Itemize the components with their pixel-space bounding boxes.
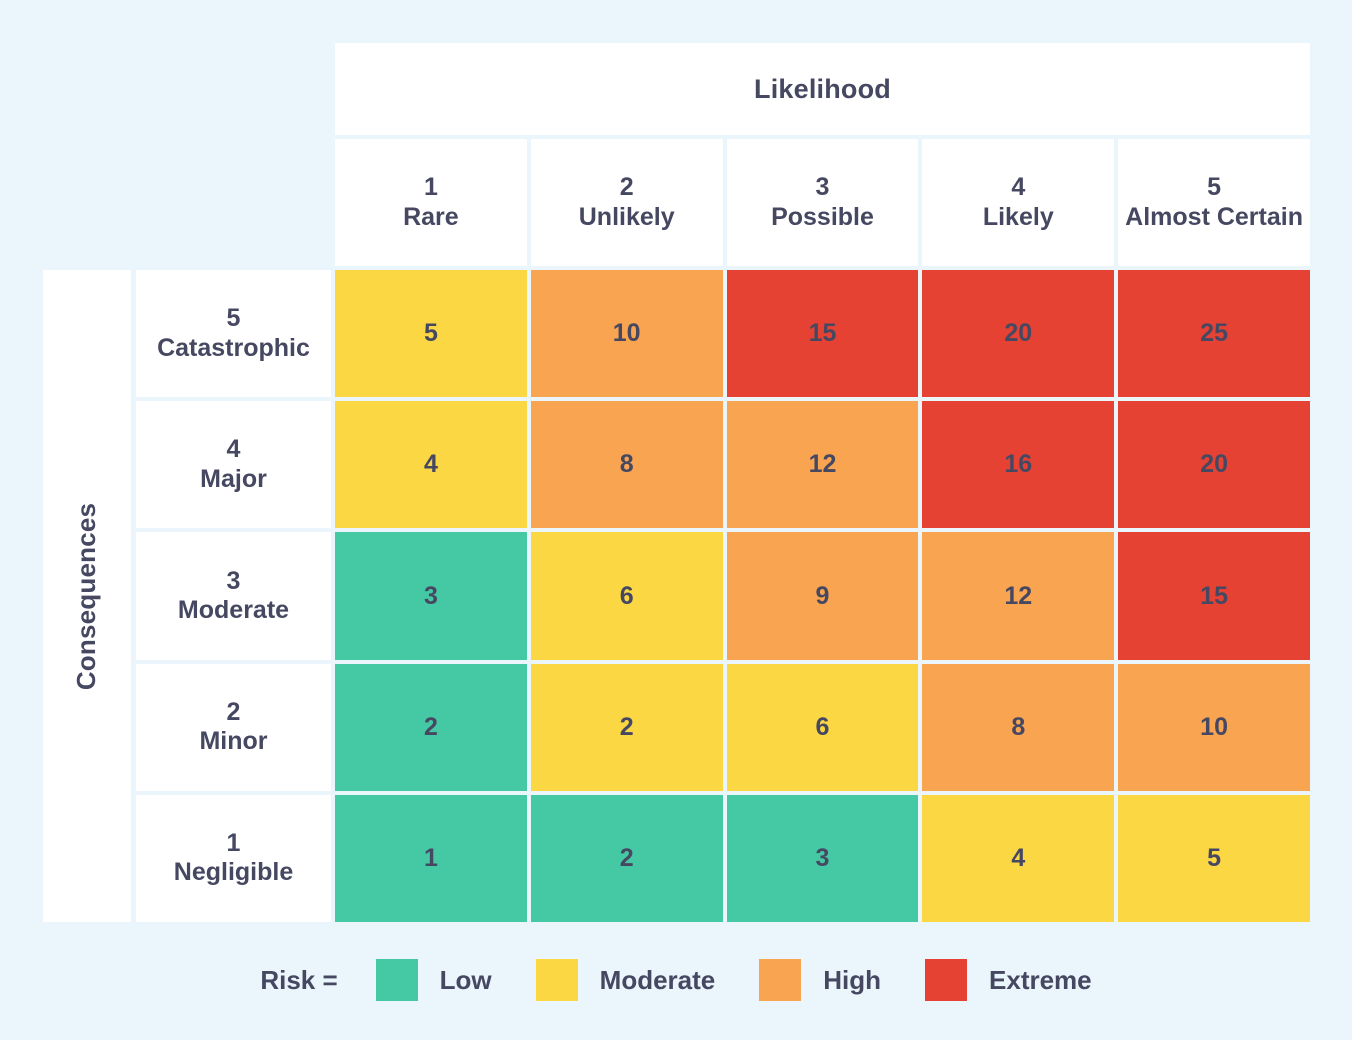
- likelihood-header-number: 1: [424, 173, 438, 203]
- risk-cell-high[interactable]: 10: [1118, 664, 1310, 791]
- legend-label: Extreme: [989, 965, 1092, 996]
- consequence-header-number: 2: [227, 698, 241, 728]
- risk-cell-high[interactable]: 12: [922, 532, 1114, 659]
- legend-swatch-icon: [536, 959, 578, 1001]
- likelihood-header-2: 2Unlikely: [531, 139, 723, 266]
- likelihood-header-label: Likely: [983, 203, 1054, 233]
- risk-cell-moderate[interactable]: 6: [727, 664, 919, 791]
- matrix-row: 3691215: [335, 532, 1310, 659]
- likelihood-header-5: 5Almost Certain: [1118, 139, 1310, 266]
- consequences-axis-label: Consequences: [43, 270, 131, 922]
- risk-cell-low[interactable]: 3: [335, 532, 527, 659]
- legend-item-low: Low: [376, 959, 492, 1001]
- likelihood-title: Likelihood: [754, 74, 891, 105]
- consequence-header-number: 3: [227, 567, 241, 597]
- likelihood-column-headers: 1Rare2Unlikely3Possible4Likely5Almost Ce…: [335, 139, 1310, 266]
- legend-swatch-icon: [759, 959, 801, 1001]
- consequence-header-5: 5Catastrophic: [136, 270, 331, 397]
- likelihood-header-label: Almost Certain: [1125, 203, 1303, 233]
- consequence-header-number: 5: [227, 304, 241, 334]
- likelihood-header-1: 1Rare: [335, 139, 527, 266]
- legend-label: High: [823, 965, 881, 996]
- risk-cell-extreme[interactable]: 20: [1118, 401, 1310, 528]
- risk-cell-low[interactable]: 2: [531, 795, 723, 922]
- consequence-header-label: Moderate: [178, 596, 289, 626]
- risk-cell-high[interactable]: 8: [531, 401, 723, 528]
- risk-cell-extreme[interactable]: 15: [727, 270, 919, 397]
- risk-matrix-grid: 51015202548121620369121522681012345: [335, 270, 1310, 922]
- consequence-header-4: 4Major: [136, 401, 331, 528]
- consequence-row-headers: 5Catastrophic4Major3Moderate2Minor1Negli…: [136, 270, 331, 922]
- legend-item-moderate: Moderate: [536, 959, 716, 1001]
- consequence-header-1: 1Negligible: [136, 795, 331, 922]
- risk-cell-low[interactable]: 2: [335, 664, 527, 791]
- legend-swatch-icon: [376, 959, 418, 1001]
- likelihood-header-label: Unlikely: [579, 203, 675, 233]
- risk-cell-moderate[interactable]: 5: [335, 270, 527, 397]
- matrix-row: 48121620: [335, 401, 1310, 528]
- risk-cell-moderate[interactable]: 4: [335, 401, 527, 528]
- legend-label: Low: [440, 965, 492, 996]
- risk-cell-moderate[interactable]: 5: [1118, 795, 1310, 922]
- risk-cell-extreme[interactable]: 20: [922, 270, 1114, 397]
- risk-matrix-page: Likelihood 1Rare2Unlikely3Possible4Likel…: [0, 0, 1352, 1040]
- likelihood-header-number: 3: [816, 173, 830, 203]
- likelihood-header-label: Rare: [403, 203, 459, 233]
- matrix-row: 226810: [335, 664, 1310, 791]
- consequence-header-number: 4: [227, 435, 241, 465]
- likelihood-header-label: Possible: [771, 203, 874, 233]
- consequence-header-label: Minor: [199, 727, 267, 757]
- legend-title: Risk =: [260, 965, 337, 996]
- likelihood-header-number: 2: [620, 173, 634, 203]
- risk-cell-extreme[interactable]: 15: [1118, 532, 1310, 659]
- risk-cell-low[interactable]: 3: [727, 795, 919, 922]
- consequence-header-number: 1: [227, 829, 241, 859]
- risk-cell-high[interactable]: 8: [922, 664, 1114, 791]
- consequences-title: Consequences: [72, 502, 103, 689]
- legend-swatch-icon: [925, 959, 967, 1001]
- likelihood-header-number: 5: [1207, 173, 1221, 203]
- risk-cell-high[interactable]: 9: [727, 532, 919, 659]
- matrix-row: 510152025: [335, 270, 1310, 397]
- consequence-header-3: 3Moderate: [136, 532, 331, 659]
- legend-label: Moderate: [600, 965, 716, 996]
- matrix-row: 12345: [335, 795, 1310, 922]
- consequence-header-label: Catastrophic: [157, 334, 310, 364]
- risk-legend: Risk = Low Moderate High Extreme: [0, 952, 1352, 1008]
- risk-cell-moderate[interactable]: 2: [531, 664, 723, 791]
- risk-cell-moderate[interactable]: 4: [922, 795, 1114, 922]
- consequence-header-label: Major: [200, 465, 267, 495]
- risk-cell-extreme[interactable]: 25: [1118, 270, 1310, 397]
- risk-cell-high[interactable]: 10: [531, 270, 723, 397]
- legend-items: Low Moderate High Extreme: [376, 959, 1092, 1001]
- likelihood-header-banner: Likelihood: [335, 43, 1310, 135]
- legend-item-extreme: Extreme: [925, 959, 1092, 1001]
- risk-cell-high[interactable]: 12: [727, 401, 919, 528]
- likelihood-header-number: 4: [1011, 173, 1025, 203]
- likelihood-header-3: 3Possible: [727, 139, 919, 266]
- consequence-header-2: 2Minor: [136, 664, 331, 791]
- legend-item-high: High: [759, 959, 881, 1001]
- risk-cell-low[interactable]: 1: [335, 795, 527, 922]
- risk-cell-extreme[interactable]: 16: [922, 401, 1114, 528]
- consequence-header-label: Negligible: [174, 858, 293, 888]
- risk-cell-moderate[interactable]: 6: [531, 532, 723, 659]
- likelihood-header-4: 4Likely: [922, 139, 1114, 266]
